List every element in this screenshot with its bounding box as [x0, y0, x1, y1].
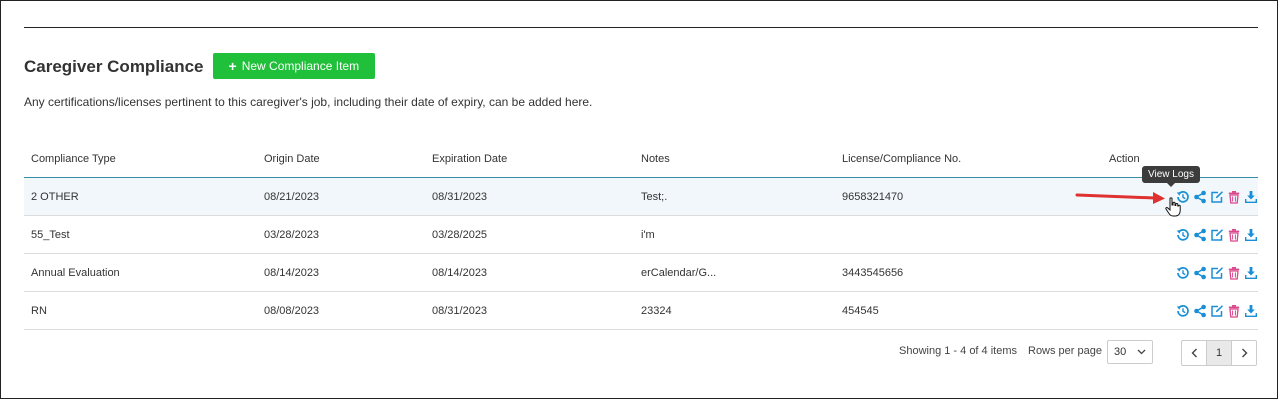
trash-icon[interactable]	[1227, 304, 1241, 318]
row-actions	[1176, 190, 1258, 204]
page-title: Caregiver Compliance	[24, 57, 204, 76]
download-icon[interactable]	[1244, 304, 1258, 318]
origin-date-cell: 08/21/2023	[257, 177, 425, 216]
plus-icon: +	[228, 58, 237, 74]
new-compliance-item-button[interactable]: + New Compliance Item	[212, 53, 376, 79]
history-icon[interactable]	[1176, 304, 1190, 318]
expiration-date-cell: 03/28/2025	[425, 215, 634, 254]
view-logs-tooltip: View Logs	[1142, 166, 1200, 187]
prev-page-button[interactable]	[1182, 341, 1206, 365]
top-divider	[24, 27, 1258, 28]
license-number-cell: 9658321470	[835, 177, 1102, 216]
description-text: Any certifications/licenses pertinent to…	[24, 95, 593, 109]
table-row: 55_Test 03/28/2023 03/28/2025 i'm	[24, 215, 1258, 254]
compliance-type-cell: RN	[24, 291, 257, 330]
share-icon[interactable]	[1193, 304, 1207, 318]
table-header-row: Compliance Type Origin Date Expiration D…	[24, 141, 1258, 178]
compliance-table: Compliance Type Origin Date Expiration D…	[24, 141, 1258, 330]
header-row: Caregiver Compliance + New Compliance It…	[24, 53, 376, 79]
compliance-panel: Caregiver Compliance + New Compliance It…	[0, 0, 1278, 399]
row-actions	[1176, 266, 1258, 280]
edit-icon[interactable]	[1210, 266, 1224, 280]
rows-per-page-value: 30	[1114, 346, 1127, 358]
column-header-license-no[interactable]: License/Compliance No.	[835, 141, 1102, 178]
next-page-button[interactable]	[1232, 341, 1256, 365]
origin-date-cell: 03/28/2023	[257, 215, 425, 254]
edit-icon[interactable]	[1210, 190, 1224, 204]
action-cell	[1102, 291, 1258, 330]
compliance-type-cell: 55_Test	[24, 215, 257, 254]
items-count-text: Showing 1 - 4 of 4 items	[899, 345, 1018, 357]
notes-cell: i'm	[634, 215, 835, 254]
chevron-down-icon	[1137, 349, 1146, 355]
share-icon[interactable]	[1193, 228, 1207, 242]
share-icon[interactable]	[1193, 190, 1207, 204]
license-number-cell: 3443545656	[835, 253, 1102, 292]
expiration-date-cell: 08/31/2023	[425, 177, 634, 216]
pagination: 1	[1181, 340, 1257, 366]
share-icon[interactable]	[1193, 266, 1207, 280]
download-icon[interactable]	[1244, 190, 1258, 204]
column-header-compliance-type[interactable]: Compliance Type	[24, 141, 257, 178]
notes-cell: 23324	[634, 291, 835, 330]
trash-icon[interactable]	[1227, 266, 1241, 280]
notes-cell: Test;.	[634, 177, 835, 216]
origin-date-cell: 08/08/2023	[257, 291, 425, 330]
new-compliance-item-label: New Compliance Item	[241, 59, 360, 73]
trash-icon[interactable]	[1227, 228, 1241, 242]
chevron-left-icon	[1191, 348, 1197, 358]
row-actions	[1176, 304, 1258, 318]
download-icon[interactable]	[1244, 228, 1258, 242]
edit-icon[interactable]	[1210, 304, 1224, 318]
rows-per-page-select[interactable]: 30	[1107, 340, 1153, 364]
history-icon[interactable]	[1176, 228, 1190, 242]
action-cell	[1102, 215, 1258, 254]
edit-icon[interactable]	[1210, 228, 1224, 242]
download-icon[interactable]	[1244, 266, 1258, 280]
rows-per-page-label: Rows per page	[1028, 345, 1102, 357]
history-icon[interactable]	[1176, 266, 1190, 280]
chevron-right-icon	[1241, 348, 1247, 358]
column-header-notes[interactable]: Notes	[634, 141, 835, 178]
red-arrow-annotation	[1075, 192, 1165, 204]
compliance-type-cell: 2 OTHER	[24, 177, 257, 216]
compliance-type-cell: Annual Evaluation	[24, 253, 257, 292]
license-number-cell	[835, 215, 1102, 254]
trash-icon[interactable]	[1227, 190, 1241, 204]
action-cell	[1102, 253, 1258, 292]
column-header-expiration-date[interactable]: Expiration Date	[425, 141, 634, 178]
row-actions	[1176, 228, 1258, 242]
hand-cursor-icon	[1165, 197, 1181, 217]
table-row: Annual Evaluation 08/14/2023 08/14/2023 erC…	[24, 253, 1258, 292]
column-header-origin-date[interactable]: Origin Date	[257, 141, 425, 178]
origin-date-cell: 08/14/2023	[257, 253, 425, 292]
expiration-date-cell: 08/31/2023	[425, 291, 634, 330]
table-row: RN 08/08/2023 08/31/2023 23324 454545	[24, 291, 1258, 330]
expiration-date-cell: 08/14/2023	[425, 253, 634, 292]
license-number-cell: 454545	[835, 291, 1102, 330]
table-row: 2 OTHER 08/21/2023 08/31/2023 Test;. 9658321…	[24, 177, 1258, 216]
page-number-button[interactable]: 1	[1206, 341, 1232, 365]
notes-cell: erCalendar/G...	[634, 253, 835, 292]
